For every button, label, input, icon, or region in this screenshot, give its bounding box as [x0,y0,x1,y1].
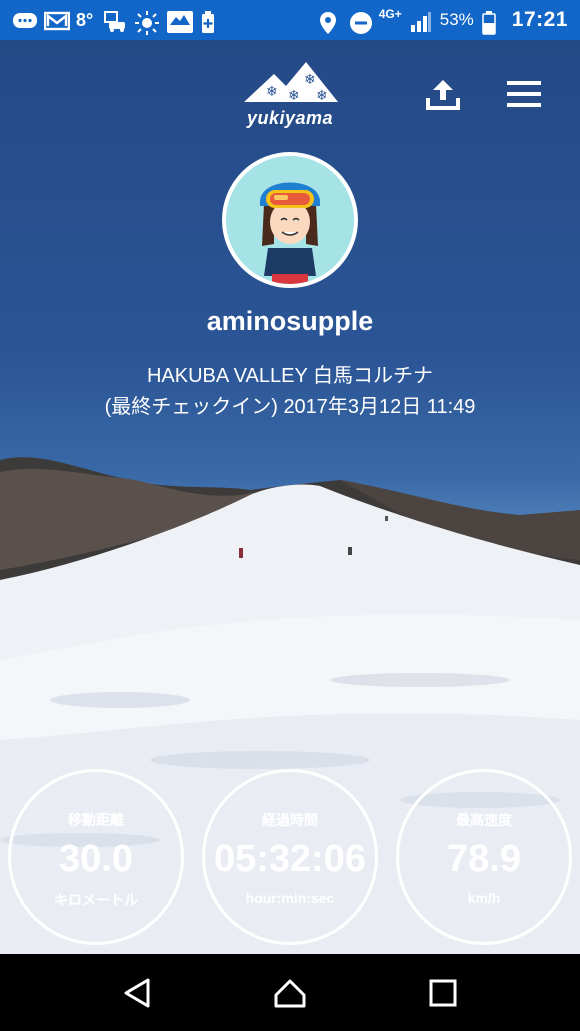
stat-distance: 移動距離 30.0 キロメートル [8,769,184,945]
stat-elapsed-time: 経過時間 05:32:06 hour:min:sec [202,769,378,945]
do-not-disturb-icon [349,11,372,34]
stat-value: 05:32:06 [213,838,367,880]
battery-saver-icon [199,11,221,33]
nav-recent-apps-button[interactable] [418,968,468,1018]
share-button[interactable] [421,72,465,116]
mail-icon [43,11,71,31]
avatar[interactable] [222,152,358,288]
battery-percent-text: 53% [439,10,474,29]
share-upload-icon [426,80,460,110]
car-calendar-icon [103,11,126,32]
back-triangle-icon [124,978,150,1007]
menu-button[interactable] [502,72,546,116]
svg-text:❄: ❄ [266,83,278,99]
network-type-text: 4G+ [378,7,402,21]
temperature-text: 8° [76,9,94,30]
stat-max-speed: 最高速度 78.9 km/h [396,769,572,945]
stat-label: 最高速度 [456,812,512,828]
status-bar: 8° 4G+ 53% 17:21 [0,0,580,40]
last-checkin-text: (最終チェックイン) 2017年3月12日 11:49 [104,396,476,418]
yukiyama-logo: ❄ ❄ ❄ ❄ yukiyama [238,60,342,132]
stat-value: 30.0 [59,838,133,880]
svg-text:❄: ❄ [288,87,300,103]
yukiyama-app-icon [167,11,194,33]
nav-home-button[interactable] [265,968,315,1018]
logo-text: yukiyama [246,108,334,128]
home-icon [274,979,306,1007]
stat-unit: キロメートル [54,892,138,908]
sunny-icon [135,11,160,35]
clock-text: 17:21 [511,8,568,31]
battery-icon [482,11,504,35]
username: aminosupple [206,306,374,336]
ski-resort-location: HAKUBA VALLEY 白馬コルチナ [146,365,433,387]
system-navigation-bar [0,954,580,1031]
message-icon [12,11,37,29]
signal-icon [410,11,432,32]
stat-value: 78.9 [447,838,521,880]
skier-avatar-illustration [226,156,354,284]
stat-label: 経過時間 [262,812,318,828]
svg-text:❄: ❄ [304,71,316,87]
nav-back-button[interactable] [112,968,162,1018]
stat-label: 移動距離 [68,812,124,828]
recent-apps-icon [429,979,457,1006]
svg-text:❄: ❄ [316,87,328,103]
stat-unit: km/h [467,890,501,906]
hamburger-menu-icon [507,81,541,107]
location-icon [319,11,341,34]
stat-unit: hour:min:sec [245,890,335,906]
